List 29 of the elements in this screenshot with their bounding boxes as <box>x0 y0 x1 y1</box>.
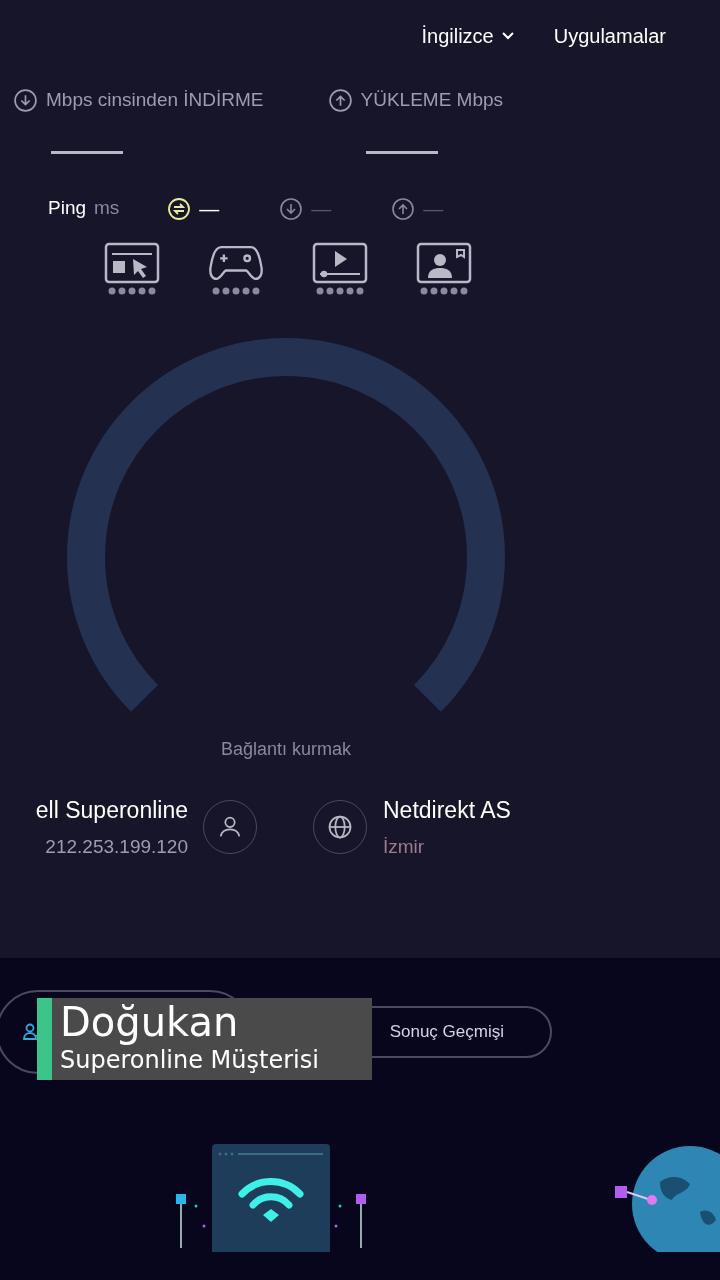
speed-label: YÜKLEME Mbps <box>360 88 504 112</box>
video-call-icon <box>416 241 472 284</box>
ping-value: — <box>311 196 332 222</box>
caption-name: Doğukan <box>60 998 240 1046</box>
browser-cursor-icon <box>104 241 160 284</box>
speed-upload-icon <box>327 87 353 113</box>
ping-icon <box>167 196 192 221</box>
speed-placeholder-line <box>51 150 123 154</box>
speed-download-icon <box>13 87 38 113</box>
nav-link[interactable]: Uygulamalar <box>553 21 666 51</box>
chevron-down-icon <box>501 32 514 40</box>
speed-label: Mbps cinsinden İNDİRME <box>46 88 264 112</box>
server-location: İzmir <box>383 835 426 859</box>
server-name: Netdirekt AS <box>383 795 511 825</box>
ping-label: Ping <box>48 196 87 221</box>
language-dropdown[interactable]: İngilizce <box>421 21 514 51</box>
rating-dots-icon <box>211 286 261 295</box>
video-player-icon <box>312 241 368 284</box>
ping-upload-icon <box>391 196 416 221</box>
ping-value: — <box>199 196 220 222</box>
rating-dots-icon <box>107 286 157 295</box>
rating-dots-icon <box>315 286 365 295</box>
ping-download-icon <box>279 196 304 221</box>
connection-status: Bağlantı kurmak <box>220 737 352 761</box>
provider-name: ell Superonline <box>35 795 188 825</box>
ping-unit: ms <box>94 196 120 221</box>
rating-dots-icon <box>419 286 469 295</box>
ping-value: — <box>423 196 444 222</box>
ip-address: 212.253.199.120 <box>45 835 188 859</box>
